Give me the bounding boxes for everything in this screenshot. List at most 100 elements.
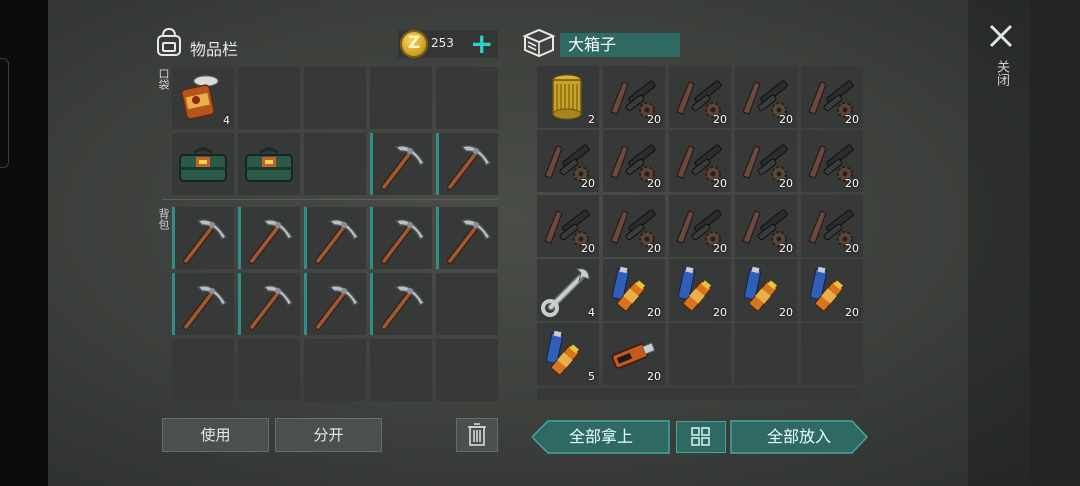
grid-icon [691, 427, 710, 446]
pickaxe-icon [381, 285, 426, 330]
sort-grid-button[interactable] [676, 421, 726, 453]
backpack-slot[interactable] [172, 207, 234, 269]
item-quantity: 20 [647, 242, 661, 255]
chest-grid-overflow-row [537, 388, 862, 400]
pickaxe-icon [381, 145, 426, 190]
chest-slot[interactable]: 20 [537, 130, 599, 192]
pocket-slot[interactable] [238, 67, 300, 129]
item-quantity: 20 [647, 370, 661, 383]
item-quantity: 20 [713, 242, 727, 255]
backpack-slot[interactable] [370, 273, 432, 335]
chest-slot[interactable]: 20 [801, 195, 863, 257]
chest-slot[interactable] [735, 323, 797, 385]
item-quantity: 4 [223, 114, 230, 127]
item-quantity: 20 [581, 177, 595, 190]
pocket-slot[interactable] [436, 133, 498, 195]
close-label[interactable]: 关闭 [992, 60, 1011, 86]
coin-icon: Z [400, 30, 428, 58]
pickaxe-icon [183, 285, 228, 330]
chest-slot[interactable]: 20 [669, 195, 731, 257]
pickaxe-icon [183, 219, 228, 264]
add-coins-button[interactable]: + [470, 30, 493, 58]
item-quantity: 20 [713, 306, 727, 319]
chest-slot[interactable] [801, 323, 863, 385]
chest-slot[interactable]: 20 [603, 66, 665, 128]
chest-slot[interactable]: 20 [669, 130, 731, 192]
backpack-slot[interactable] [436, 273, 498, 335]
pickaxe-icon [381, 219, 426, 264]
pickaxe-icon [315, 219, 360, 264]
pickaxe-icon [249, 285, 294, 330]
backpack-slot[interactable] [370, 207, 432, 269]
chest-slot[interactable]: 20 [603, 323, 665, 385]
item-quantity: 20 [845, 242, 859, 255]
item-quantity: 20 [713, 113, 727, 126]
chest-slot[interactable]: 20 [669, 66, 731, 128]
item-quantity: 20 [845, 306, 859, 319]
chest-slot[interactable]: 20 [735, 66, 797, 128]
chest-slot[interactable]: 20 [801, 130, 863, 192]
pocket-slot[interactable] [172, 133, 234, 195]
chest-slot[interactable]: 20 [603, 195, 665, 257]
item-quantity: 20 [845, 177, 859, 190]
chest-icon [522, 28, 556, 58]
pocket-slot[interactable] [370, 133, 432, 195]
pickaxe-icon [447, 219, 492, 264]
item-quantity: 20 [845, 113, 859, 126]
item-quantity: 20 [779, 306, 793, 319]
pocket-slot[interactable] [238, 133, 300, 195]
chest-slot[interactable]: 20 [801, 259, 863, 321]
pocket-slot[interactable]: 4 [172, 67, 234, 129]
chest-slot[interactable] [669, 323, 731, 385]
chest-slot[interactable]: 20 [735, 130, 797, 192]
backpack-slot[interactable] [172, 273, 234, 335]
backpack-slot[interactable] [238, 273, 300, 335]
backpack-slot[interactable] [304, 273, 366, 335]
chest-slot[interactable]: 20 [603, 259, 665, 321]
chest-slot[interactable]: 20 [669, 259, 731, 321]
backpack-slot[interactable] [172, 339, 234, 401]
item-quantity: 20 [779, 113, 793, 126]
put-all-button[interactable]: 全部放入 [730, 420, 868, 454]
pocket-slot[interactable] [436, 67, 498, 129]
split-button[interactable]: 分开 [275, 418, 382, 452]
chest-slot[interactable]: 20 [735, 195, 797, 257]
device-bezel [0, 0, 48, 486]
backpack-slot[interactable] [304, 207, 366, 269]
item-quantity: 4 [588, 306, 595, 319]
chest-slot[interactable]: 20 [801, 66, 863, 128]
screen-edge [1030, 0, 1080, 486]
pocket-label: 口袋 [157, 68, 170, 90]
pocket-slot[interactable] [370, 67, 432, 129]
pocket-slot[interactable] [304, 133, 366, 195]
chest-slot[interactable]: 20 [537, 195, 599, 257]
chest-slot[interactable]: 20 [735, 259, 797, 321]
backpack-slot[interactable] [436, 339, 498, 401]
backpack-slot[interactable] [238, 207, 300, 269]
section-divider [162, 199, 498, 200]
chest-slot[interactable]: 20 [603, 130, 665, 192]
chest-slot[interactable]: 5 [537, 323, 599, 385]
backpack-label: 背包 [157, 208, 170, 230]
backpack-icon [157, 27, 181, 56]
use-button[interactable]: 使用 [162, 418, 269, 452]
backpack-slot[interactable] [370, 339, 432, 401]
toolbox-icon [245, 147, 293, 182]
chest-slot[interactable]: 4 [537, 259, 599, 321]
item-quantity: 20 [647, 177, 661, 190]
pickaxe-icon [315, 285, 360, 330]
pickaxe-icon [249, 219, 294, 264]
take-all-label: 全部拿上 [568, 427, 633, 446]
item-quantity: 20 [581, 242, 595, 255]
chest-slot[interactable]: 2 [537, 66, 599, 128]
take-all-button[interactable]: 全部拿上 [532, 420, 670, 454]
item-quantity: 20 [779, 242, 793, 255]
backpack-slot[interactable] [304, 339, 366, 401]
backpack-slot[interactable] [238, 339, 300, 401]
close-icon[interactable] [985, 20, 1017, 52]
item-quantity: 20 [647, 113, 661, 126]
pocket-slot[interactable] [304, 67, 366, 129]
item-quantity: 2 [588, 113, 595, 126]
backpack-slot[interactable] [436, 207, 498, 269]
trash-button[interactable] [456, 418, 498, 452]
